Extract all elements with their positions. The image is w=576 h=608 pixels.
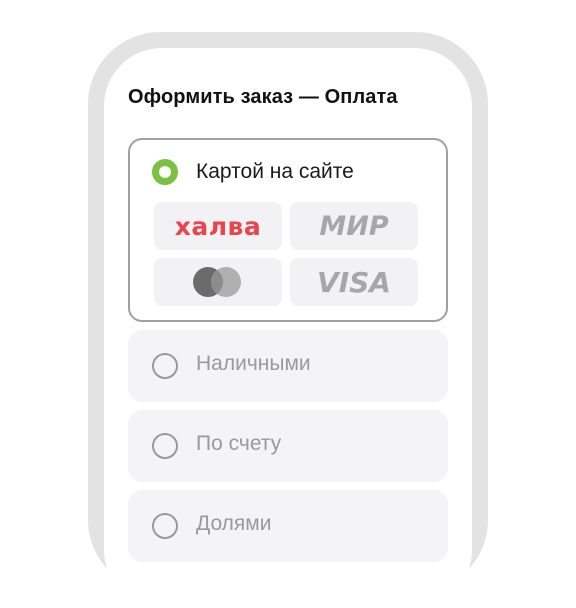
payment-option-invoice[interactable]: По счету (128, 410, 448, 482)
visa-logo: VISA (317, 265, 391, 299)
radio-unselected-icon[interactable] (152, 353, 178, 379)
visa-logo-tile: VISA (290, 258, 418, 306)
radio-unselected-icon[interactable] (152, 433, 178, 459)
radio-unselected-icon[interactable] (152, 513, 178, 539)
payment-option-cash-label: Наличными (196, 352, 311, 375)
page-title: Оформить заказ — Оплата (128, 86, 398, 108)
payment-option-invoice-label: По счету (196, 432, 282, 455)
payment-option-cash[interactable]: Наличными (128, 330, 448, 402)
mastercard-logo-tile (154, 258, 282, 306)
radio-selected-icon[interactable] (152, 159, 178, 185)
mastercard-logo (193, 267, 241, 297)
payment-option-installments[interactable]: Долями (128, 490, 448, 562)
halva-logo-tile: халва (154, 202, 282, 250)
phone-screen: Оформить заказ — Оплата Картой на сайте … (104, 48, 472, 608)
mir-logo-tile: МИР (290, 202, 418, 250)
payment-option-installments-label: Долями (196, 512, 272, 535)
payment-option-card-label: Картой на сайте (196, 160, 354, 183)
halva-logo: халва (174, 211, 262, 241)
payment-option-card[interactable]: Картой на сайте халва МИР VISA (128, 138, 448, 322)
mir-logo: МИР (319, 210, 389, 242)
